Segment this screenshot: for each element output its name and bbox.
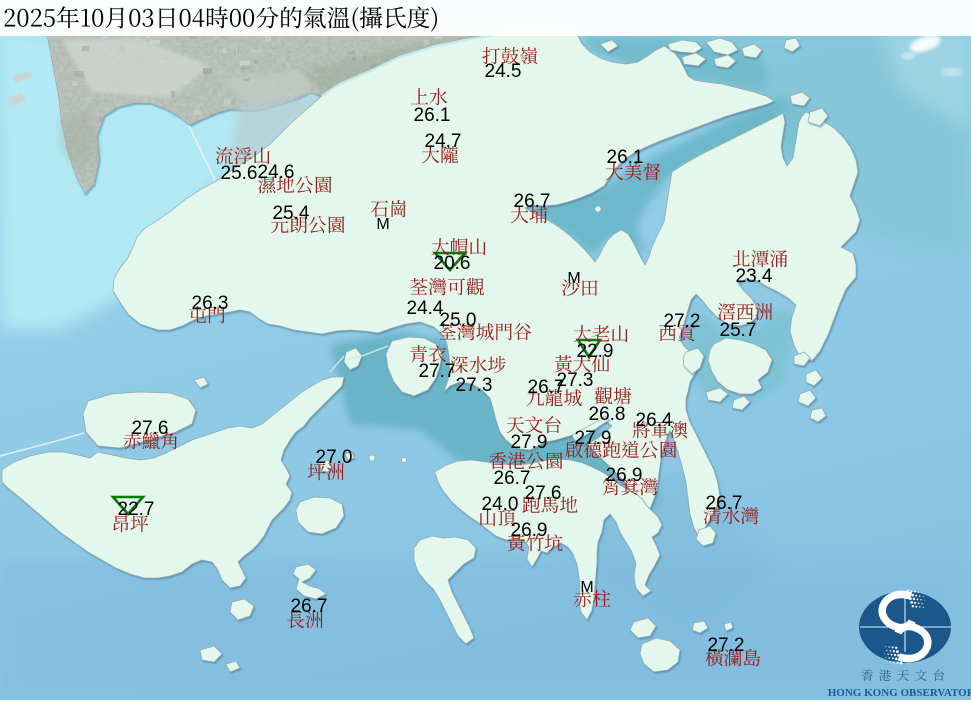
svg-text:27.2: 27.2	[664, 311, 701, 332]
svg-text:26.7: 26.7	[706, 493, 743, 514]
svg-text:26.7: 26.7	[291, 596, 328, 617]
svg-text:26.7: 26.7	[514, 191, 551, 212]
svg-text:24.4: 24.4	[407, 298, 444, 319]
svg-text:26.1: 26.1	[607, 147, 644, 168]
svg-text:HONG KONG OBSERVATORY: HONG KONG OBSERVATORY	[828, 687, 971, 699]
svg-text:M: M	[376, 216, 389, 233]
svg-text:27.9: 27.9	[575, 428, 612, 449]
svg-text:26.9: 26.9	[511, 520, 548, 541]
svg-text:27.2: 27.2	[708, 635, 745, 656]
svg-text:27.9: 27.9	[511, 432, 548, 453]
svg-text:26.9: 26.9	[606, 465, 643, 486]
svg-text:20.6: 20.6	[434, 253, 471, 274]
svg-text:27.6: 27.6	[525, 483, 562, 504]
svg-text:25.4: 25.4	[273, 203, 310, 224]
svg-text:25.0: 25.0	[440, 310, 477, 331]
svg-text:27.0: 27.0	[316, 447, 353, 468]
svg-text:24.0: 24.0	[482, 494, 519, 515]
svg-text:26.3: 26.3	[192, 293, 229, 314]
svg-text:24.5: 24.5	[485, 61, 522, 82]
svg-text:24.6: 24.6	[258, 162, 295, 183]
svg-text:27.7: 27.7	[419, 361, 456, 382]
svg-text:M: M	[580, 579, 593, 596]
svg-text:25.7: 25.7	[720, 320, 757, 341]
svg-text:M: M	[567, 270, 580, 287]
svg-text:27.3: 27.3	[456, 375, 493, 396]
svg-text:26.4: 26.4	[636, 410, 673, 431]
svg-text:22.9: 22.9	[577, 341, 614, 362]
svg-text:26.8: 26.8	[589, 404, 626, 425]
svg-text:25.6: 25.6	[221, 163, 258, 184]
svg-text:26.1: 26.1	[414, 105, 451, 126]
svg-text:23.4: 23.4	[736, 266, 773, 287]
svg-text:27.6: 27.6	[132, 418, 169, 439]
svg-text:26.7: 26.7	[528, 377, 565, 398]
svg-text:24.7: 24.7	[425, 131, 462, 152]
svg-text:22.7: 22.7	[118, 499, 155, 520]
